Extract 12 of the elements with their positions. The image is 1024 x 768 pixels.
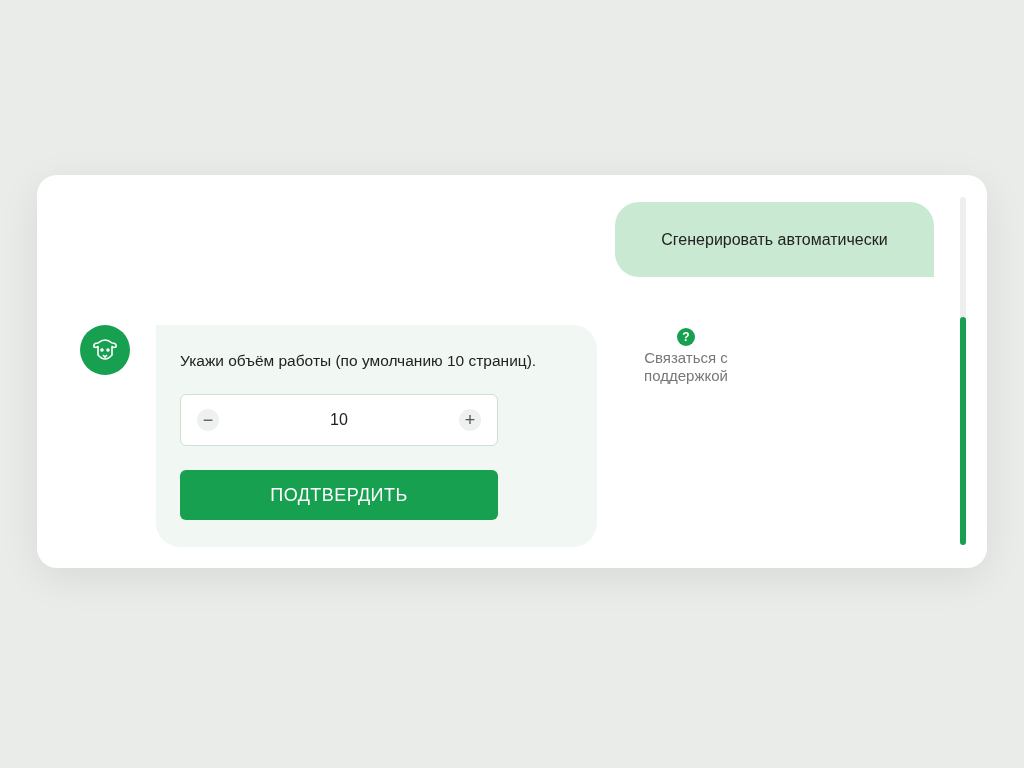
help-icon: ? <box>677 328 695 346</box>
confirm-button[interactable]: ПОДТВЕРДИТЬ <box>180 470 498 521</box>
increment-button[interactable]: + <box>459 409 481 432</box>
stepper-value: 10 <box>330 410 348 431</box>
user-message: Сгенерировать автоматически <box>615 202 934 277</box>
support-link-text: Связаться с поддержкой <box>643 349 729 385</box>
message-text: Укажи объём работы (по умолчанию 10 страниц). <box>180 351 538 371</box>
decrement-button[interactable]: − <box>197 409 219 432</box>
support-link[interactable]: ? Связаться с поддержкой <box>630 328 742 385</box>
page-count-stepper[interactable]: − 10 + <box>180 394 498 447</box>
scrollbar[interactable] <box>960 197 966 545</box>
scrollbar-thumb[interactable] <box>960 317 966 545</box>
